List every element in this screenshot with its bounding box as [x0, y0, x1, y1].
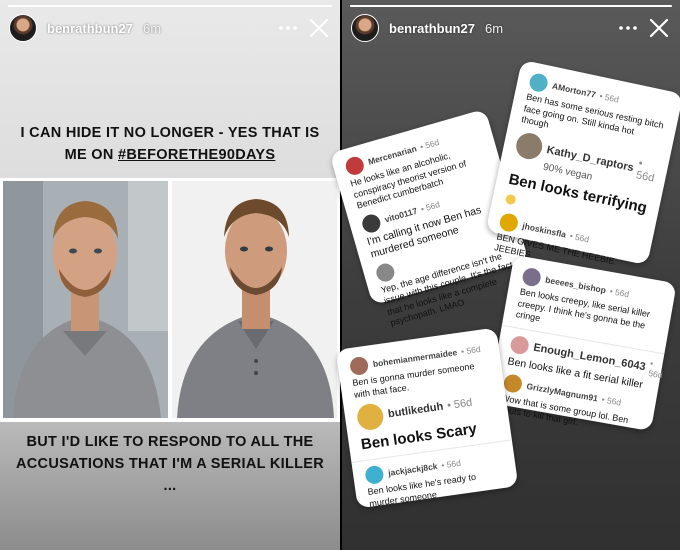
commenter-name: butlikeduh: [387, 400, 445, 421]
commenter-name: jackjackj8ck: [387, 461, 439, 478]
commenter-avatar: [513, 130, 545, 162]
comment-time: • 56d: [419, 198, 441, 214]
hashtag-link[interactable]: #BEFORETHE90DAYS: [118, 147, 275, 163]
post-time: 6m: [142, 20, 162, 36]
commenter-avatar: [348, 355, 370, 377]
photo-man-left: [3, 181, 168, 418]
caption-top-line1: I CAN HIDE IT NO LONGER - YES THAT IS: [20, 125, 320, 141]
commenter-avatar: [355, 402, 385, 432]
comment-card: AMorton77 • 56d Ben has some serious res…: [485, 59, 680, 266]
close-icon[interactable]: [304, 13, 334, 43]
commenter-avatar: [343, 154, 366, 177]
caption-top: I CAN HIDE IT NO LONGER - YES THAT IS ME…: [10, 122, 330, 166]
comment-time: • 56d: [601, 393, 623, 408]
comment-time: • 56d: [609, 286, 630, 300]
caption-bottom-line2: ACCUSATIONS THAT I'M A SERIAL KILLER ...: [16, 456, 324, 494]
caption-top-prefix: ME ON: [64, 147, 118, 163]
story-progress-bar: [8, 5, 332, 7]
comment-card: beeees_bishop • 56d Ben looks creepy, li…: [488, 254, 677, 432]
commenter-avatar: [521, 266, 543, 288]
commenter-avatar: [502, 372, 524, 394]
commenter-avatar: [509, 334, 531, 356]
commenter-avatar: [527, 72, 550, 94]
post-time: 6m: [484, 20, 504, 36]
story-progress-fill: [350, 5, 672, 7]
comment-time: • 56d: [635, 156, 656, 185]
ellipsis-icon[interactable]: [274, 14, 302, 42]
commenter-avatar: [364, 464, 385, 486]
story-progress-fill: [8, 5, 332, 7]
caption-top-line2: ME ON #BEFORETHE90DAYS: [10, 144, 330, 166]
commenter-avatar: [374, 260, 397, 284]
commenter-avatar: [360, 211, 383, 235]
story-panel-left[interactable]: benrathbun27 6m I CAN HIDE IT NO LONGER …: [0, 0, 340, 550]
comment-time: • 56d: [440, 457, 462, 471]
commenter-name: AMorton77: [551, 80, 597, 100]
story-progress-bar: [350, 5, 672, 7]
username[interactable]: benrathbun27: [47, 21, 133, 36]
comment-time: • 56d: [460, 343, 482, 357]
photo-strip: [0, 178, 340, 422]
comment-card: bohemianmermaidee • 56d Ben is gonna mur…: [335, 327, 519, 509]
caption-bottom: BUT I'D LIKE TO RESPOND TO ALL THE ACCUS…: [10, 431, 330, 497]
username[interactable]: benrathbun27: [389, 21, 475, 36]
story-header: benrathbun27 6m: [9, 13, 334, 43]
ellipsis-icon[interactable]: [614, 14, 642, 42]
photo-man-right: [172, 181, 337, 418]
commenter-name: vito0117: [383, 205, 419, 225]
comment-time: • 56d: [568, 230, 591, 245]
close-icon[interactable]: [644, 13, 674, 43]
commenter-avatar: [498, 211, 520, 233]
comment-time: • 56d: [446, 396, 474, 413]
scared-emoji-icon: [504, 193, 517, 205]
commenter-name: jhoskinsfla: [521, 220, 568, 240]
caption-bottom-line1: BUT I'D LIKE TO RESPOND TO ALL THE: [26, 434, 314, 450]
story-header: benrathbun27 6m: [351, 13, 674, 43]
comment-time: • 56d: [418, 136, 441, 152]
comment-time: • 56d: [598, 90, 620, 105]
avatar[interactable]: [9, 14, 37, 42]
avatar[interactable]: [351, 14, 379, 42]
